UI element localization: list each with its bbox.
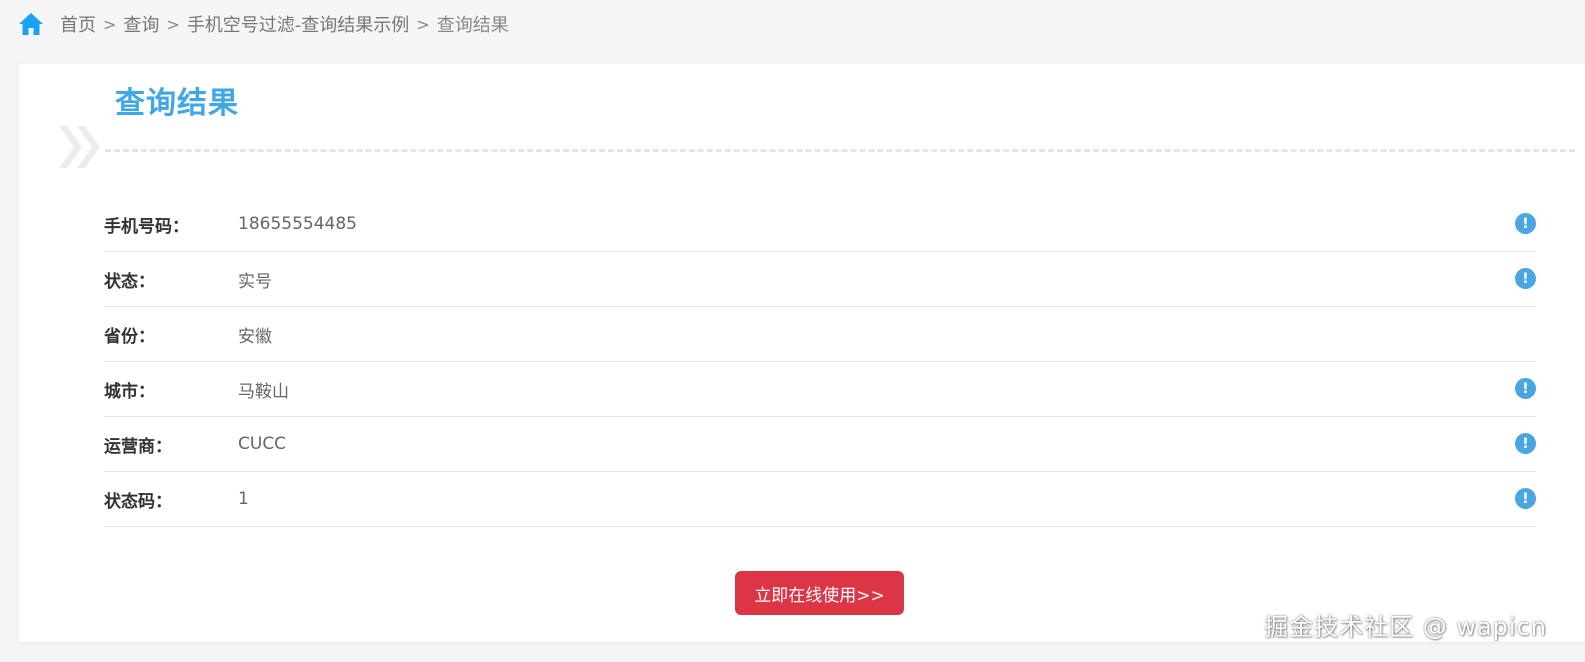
row-label: 状态码：	[104, 491, 172, 512]
row-label: 省份：	[104, 326, 155, 347]
breadcrumb-separator: >	[416, 14, 430, 34]
row-label: 运营商：	[104, 436, 172, 457]
breadcrumb-home[interactable]: 首页	[60, 11, 96, 37]
info-icon[interactable]: !	[1515, 268, 1536, 289]
result-table: 手机号码： 18655554485 ! 状态： 实号 ! 省份： 安徽 城市： …	[104, 197, 1536, 527]
breadcrumb-current: 查询结果	[436, 15, 509, 36]
result-card: 查询结果 手机号码： 18655554485 ! 状态： 实号 ! 省份： 安徽…	[19, 64, 1585, 642]
table-row-province: 省份： 安徽	[104, 307, 1536, 362]
breadcrumb-separator: >	[103, 14, 117, 34]
info-icon[interactable]: !	[1515, 488, 1536, 509]
breadcrumb-separator: >	[166, 14, 180, 34]
info-icon[interactable]: !	[1515, 378, 1536, 399]
row-value: 安徽	[238, 326, 272, 347]
row-value: 18655554485	[238, 214, 357, 234]
breadcrumb-query[interactable]: 查询	[123, 11, 159, 37]
table-row-phone: 手机号码： 18655554485 !	[104, 197, 1536, 252]
home-icon[interactable]	[18, 11, 44, 37]
info-icon[interactable]: !	[1515, 213, 1536, 234]
table-row-status: 状态： 实号 !	[104, 252, 1536, 307]
row-label: 城市：	[104, 381, 155, 402]
breadcrumb-example[interactable]: 手机空号过滤-查询结果示例	[187, 11, 410, 37]
double-chevron-right-icon	[57, 122, 107, 172]
info-icon[interactable]: !	[1515, 433, 1536, 454]
row-label: 手机号码：	[104, 216, 189, 237]
row-value: 实号	[238, 271, 272, 292]
row-value: 1	[238, 489, 249, 509]
row-value: CUCC	[238, 434, 287, 454]
table-row-city: 城市： 马鞍山 !	[104, 362, 1536, 417]
table-row-carrier: 运营商： CUCC !	[104, 417, 1536, 472]
watermark: 掘金技术社区 @ wapicn	[1264, 613, 1547, 641]
row-value: 马鞍山	[238, 381, 289, 402]
table-row-status-code: 状态码： 1 !	[104, 472, 1536, 527]
row-label: 状态：	[104, 271, 155, 292]
breadcrumb: 首页 > 查询 > 手机空号过滤-查询结果示例 > 查询结果	[18, 8, 509, 40]
divider	[105, 149, 1575, 152]
use-online-button[interactable]: 立即在线使用>>	[735, 571, 904, 615]
page-title: 查询结果	[115, 86, 239, 121]
